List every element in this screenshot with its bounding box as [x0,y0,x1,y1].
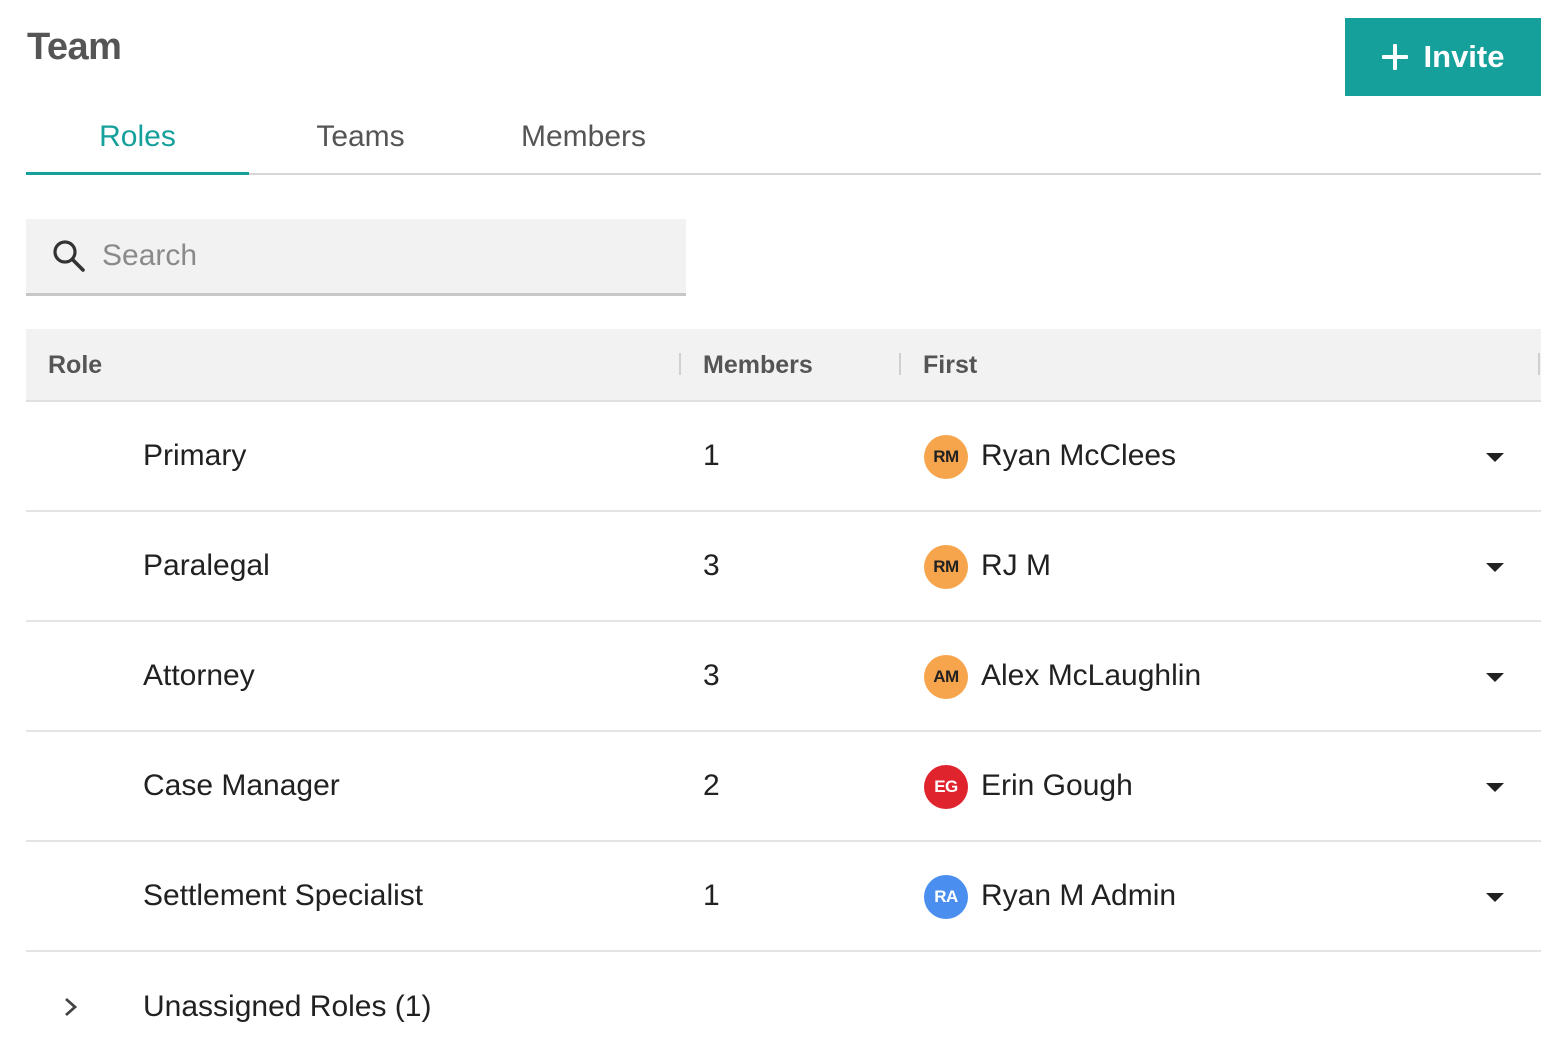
caret-down-icon[interactable] [1486,453,1504,462]
member-count: 1 [703,439,720,472]
role-name: Attorney [143,659,255,692]
column-header-first[interactable]: First [923,351,977,380]
page-title: Team [27,26,122,68]
tab-teams-label: Teams [316,119,405,153]
avatar: RM [924,545,968,589]
column-divider[interactable] [679,353,681,375]
unassigned-roles-label: Unassigned Roles (1) [143,990,432,1023]
search-icon [53,240,85,272]
column-header-role[interactable]: Role [48,351,102,380]
avatar: RM [924,435,968,479]
table-row[interactable]: Primary 1 RM Ryan McClees [26,402,1541,512]
tab-members-label: Members [520,119,647,153]
role-name: Primary [143,439,247,472]
table-row[interactable]: Case Manager 2 EG Erin Gough [26,732,1541,842]
member-count: 3 [703,659,720,692]
table-row[interactable]: Paralegal 3 RM RJ M [26,512,1541,622]
first-member-name: Ryan McClees [981,439,1177,472]
column-divider[interactable] [1538,353,1540,375]
tab-roles-label: Roles [99,119,176,153]
member-count: 2 [703,769,720,802]
chevron-right-icon[interactable] [60,995,82,1019]
unassigned-roles-row[interactable]: Unassigned Roles (1) [26,952,1541,1050]
caret-down-icon[interactable] [1486,893,1504,902]
plus-icon [1381,44,1408,70]
search-input[interactable] [102,239,642,273]
first-member-name: Erin Gough [981,769,1133,802]
member-count: 1 [703,879,720,912]
tab-members[interactable]: Members [472,100,695,173]
invite-button-label: Invite [1423,39,1505,74]
column-divider[interactable] [899,353,901,375]
invite-button[interactable]: Invite [1345,18,1541,96]
avatar: AM [924,655,968,699]
avatar: EG [924,765,968,809]
first-member-name: RJ M [981,549,1051,582]
tab-teams[interactable]: Teams [249,100,472,173]
first-member-name: Ryan M Admin [981,879,1177,912]
caret-down-icon[interactable] [1486,563,1504,572]
table-header: Role Members First [26,329,1541,402]
table-row[interactable]: Settlement Specialist 1 RA Ryan M Admin [26,842,1541,952]
first-member-name: Alex McLaughlin [981,659,1202,692]
table-row[interactable]: Attorney 3 AM Alex McLaughlin [26,622,1541,732]
team-page: Team Invite Roles Teams Members Role Mem… [0,0,1559,1050]
caret-down-icon[interactable] [1486,673,1504,682]
role-name: Settlement Specialist [143,879,424,912]
avatar: RA [924,875,968,919]
column-header-members[interactable]: Members [703,351,813,380]
member-count: 3 [703,549,720,582]
tab-bar: Roles Teams Members [26,100,1541,175]
search-box[interactable] [26,219,686,296]
caret-down-icon[interactable] [1486,783,1504,792]
roles-table: Role Members First Primary 1 RM Ryan McClee… [26,329,1541,1050]
role-name: Paralegal [143,549,270,582]
role-name: Case Manager [143,769,340,802]
tab-roles[interactable]: Roles [26,100,249,175]
